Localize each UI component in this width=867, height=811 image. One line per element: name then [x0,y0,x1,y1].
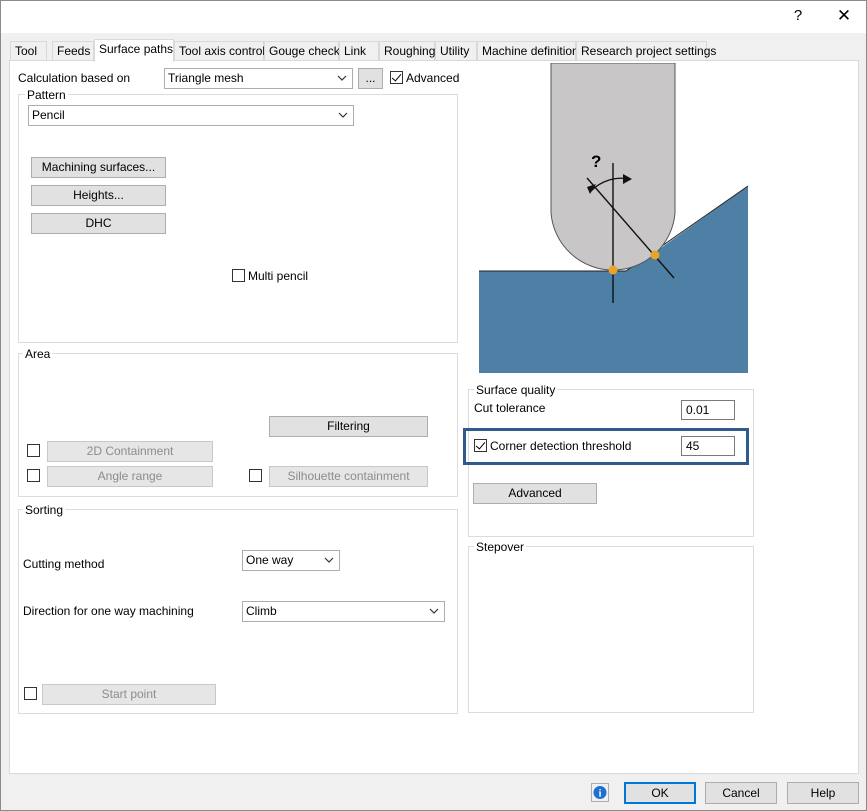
cutting-method-label: Cutting method [23,557,105,571]
help-button[interactable]: Help [787,782,859,804]
close-button[interactable]: ✕ [821,1,867,32]
pattern-combo-value: Pencil [32,108,65,122]
advanced-checkbox[interactable] [390,71,403,84]
corner-detection-label: Corner detection threshold [490,439,632,453]
tab-link[interactable]: Link [339,41,379,61]
surface-quality-advanced-button[interactable]: Advanced [473,483,597,504]
tab-research-project-settings[interactable]: Research project settings [576,41,716,61]
surface-quality-group: Surface quality Cut tolerance 0.01 Corne… [463,383,754,537]
heights-button[interactable]: Heights... [31,185,166,206]
advanced-checkbox-label: Advanced [406,71,460,85]
cancel-button[interactable]: Cancel [705,782,777,804]
pattern-combo[interactable]: Pencil [28,105,354,126]
info-icon: i [591,783,609,802]
pattern-group: Pattern Pencil Machining surfaces... Hei… [18,88,458,343]
sorting-group-title: Sorting [23,503,66,517]
area-group-title: Area [23,347,53,361]
multi-pencil-label: Multi pencil [248,269,309,283]
tab-tool[interactable]: Tool [10,41,47,61]
cut-tolerance-label: Cut tolerance [474,401,546,415]
direction-value: Climb [246,604,277,618]
direction-label: Direction for one way machining [23,604,194,618]
chevron-down-icon [324,557,334,563]
tab-roughing[interactable]: Roughing [379,41,435,61]
corner-detection-illustration: ? [479,63,749,373]
surface-quality-title: Surface quality [474,383,558,397]
help-title-button[interactable]: ? [775,1,821,32]
tab-feeds[interactable]: Feeds [52,41,94,61]
start-point-checkbox[interactable] [24,687,37,700]
title-bar: ? ✕ [1,1,866,33]
calc-label: Calculation based on [18,71,131,85]
corner-detection-highlight: Corner detection threshold 45 [463,428,749,465]
corner-detection-checkbox[interactable] [474,439,487,452]
dialog-window: ? ✕ Tool Feeds Surface paths Tool axis c… [0,0,867,811]
containment-2d-checkbox[interactable] [27,444,40,457]
ok-button[interactable]: OK [624,782,696,804]
chevron-down-icon [429,608,439,614]
tab-machine-definition[interactable]: Machine definition [477,41,579,61]
cutting-method-value: One way [246,553,294,567]
start-point-button[interactable]: Start point [42,684,216,705]
contact-point [650,250,660,260]
tab-tool-axis-control[interactable]: Tool axis control [174,41,265,61]
direction-combo[interactable]: Climb [242,601,445,622]
dhc-button[interactable]: DHC [31,213,166,234]
tab-gouge-check[interactable]: Gouge check [264,41,340,61]
info-button[interactable]: i [591,783,609,802]
button-bar: i OK Cancel Help [1,775,866,810]
corner-detection-input[interactable]: 45 [681,436,735,456]
silhouette-checkbox[interactable] [249,469,262,482]
calc-more-button[interactable]: ... [358,68,383,89]
machining-surfaces-button[interactable]: Machining surfaces... [31,157,166,178]
cut-tolerance-input[interactable]: 0.01 [681,400,735,420]
pattern-group-title: Pattern [25,88,68,102]
chevron-down-icon [337,75,347,81]
calc-combo-value: Triangle mesh [168,71,244,85]
chevron-down-icon [338,112,348,118]
angle-range-checkbox[interactable] [27,469,40,482]
containment-2d-button[interactable]: 2D Containment [47,441,213,462]
svg-text:i: i [599,789,602,800]
area-group: Area Filtering 2D Containment Angle rang… [18,347,458,497]
filtering-button[interactable]: Filtering [269,416,428,437]
angle-range-button[interactable]: Angle range [47,466,213,487]
tab-surface-paths[interactable]: Surface paths [94,39,174,62]
contact-point [608,265,618,275]
sorting-group: Sorting Cutting method One way Direction… [18,503,458,714]
cutting-method-combo[interactable]: One way [242,550,340,571]
stepover-title: Stepover [474,540,527,554]
tab-utility[interactable]: Utility [435,41,477,61]
multi-pencil-checkbox[interactable] [232,269,245,282]
stepover-group: Stepover [468,540,754,713]
tab-panel: Calculation based on Triangle mesh ... A… [9,60,859,774]
question-mark: ? [591,152,601,171]
silhouette-containment-button[interactable]: Silhouette containment [269,466,428,487]
calc-combo[interactable]: Triangle mesh [164,68,353,89]
